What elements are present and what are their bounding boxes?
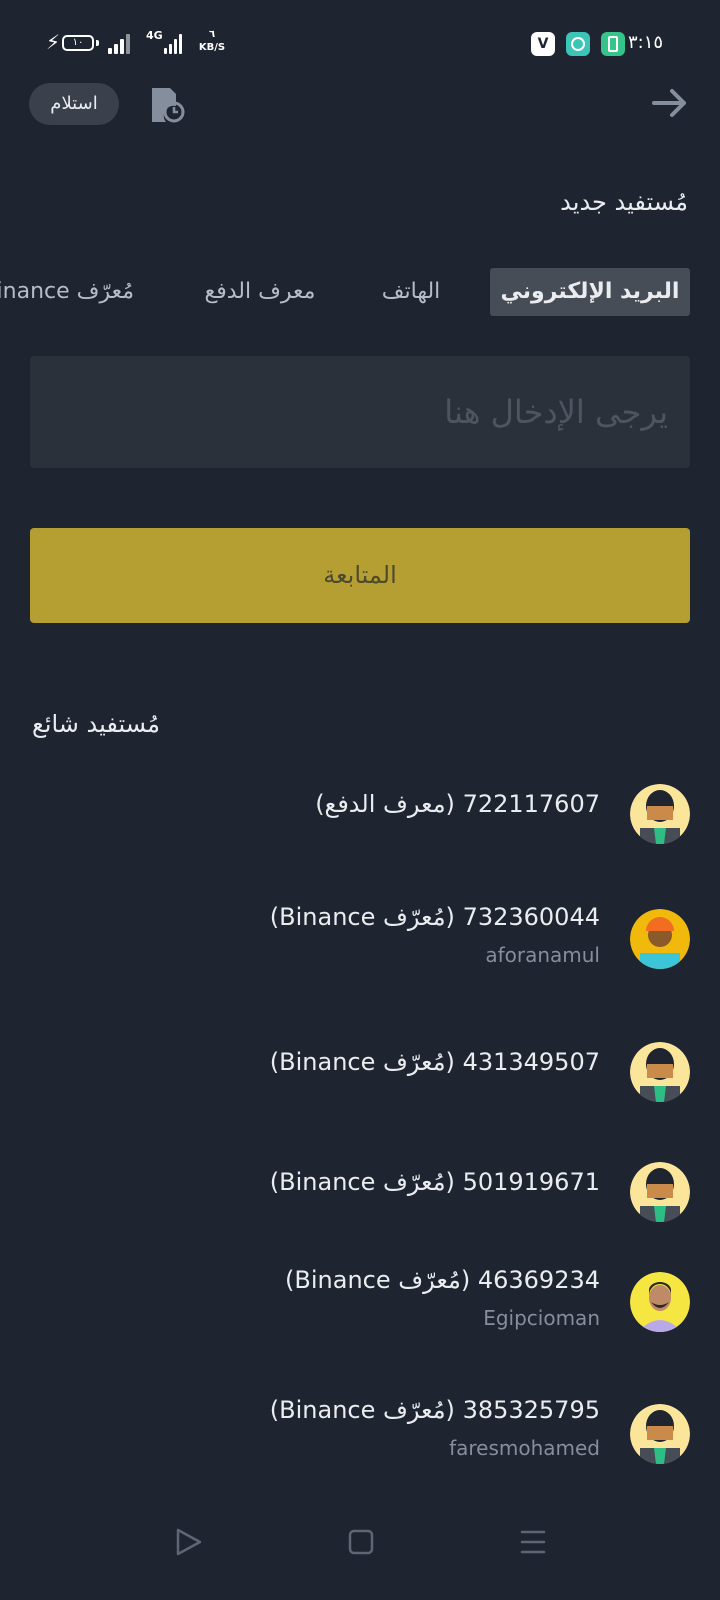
tab-pay-id[interactable]: معرف الدفع xyxy=(190,268,330,316)
recipient-id-type: (مُعرّف Binance) xyxy=(285,1266,471,1294)
recipient-list-item[interactable]: 501919671 (مُعرّف Binance) xyxy=(30,1156,690,1228)
avatar xyxy=(630,1404,690,1464)
recipient-id-type: (مُعرّف Binance) xyxy=(269,903,455,931)
avatar xyxy=(630,1162,690,1222)
tab-binance-id-clip: مُعرّف Binance xyxy=(0,268,150,316)
back-triangle-icon[interactable] xyxy=(174,1527,204,1557)
recipient-list-item[interactable]: 46369234 (مُعرّف Binance) Egipcioman xyxy=(30,1266,690,1338)
recipient-list-item[interactable]: 722117607 (معرف الدفع) xyxy=(30,778,690,850)
recipient-list-item[interactable]: 385325795 (مُعرّف Binance) faresmohamed xyxy=(30,1396,690,1468)
recipient-id-value: 46369234 xyxy=(477,1266,600,1294)
recipient-nickname: faresmohamed xyxy=(449,1436,600,1460)
charging-icon: ⚡ xyxy=(46,30,61,54)
continue-button[interactable]: المتابعة xyxy=(30,528,690,623)
tab-phone[interactable]: الهاتف xyxy=(366,268,456,316)
recipient-id: 431349507 (مُعرّف Binance) xyxy=(270,1048,600,1076)
history-icon[interactable] xyxy=(150,86,186,124)
receive-button[interactable]: استلام xyxy=(29,83,119,125)
signal-4g-icon xyxy=(158,32,184,54)
menu-lines-icon[interactable] xyxy=(518,1527,548,1557)
recipient-list-item[interactable]: 732360044 (مُعرّف Binance) aforanamul xyxy=(30,903,690,975)
recipient-id: 46369234 (مُعرّف Binance) xyxy=(285,1266,600,1294)
recipient-input[interactable] xyxy=(30,356,690,468)
tab-binance-id[interactable]: مُعرّف Binance xyxy=(0,268,134,316)
battery-tip xyxy=(96,40,99,46)
frequent-recipients-title: مُستفيد شائع xyxy=(32,710,160,738)
home-square-icon[interactable] xyxy=(346,1527,376,1557)
recipient-id-value: 431349507 xyxy=(462,1048,600,1076)
recipient-id: 732360044 (مُعرّف Binance) xyxy=(270,903,600,931)
battery-icon: ١٠ xyxy=(62,35,94,51)
recipient-id-type: (مُعرّف Binance) xyxy=(269,1396,455,1424)
tab-email[interactable]: البريد الإلكتروني xyxy=(490,268,690,316)
recipient-id-value: 722117607 xyxy=(462,790,600,818)
network-speed: ٦ KB/S xyxy=(196,28,228,54)
recipient-id: 385325795 (مُعرّف Binance) xyxy=(270,1396,600,1424)
recipient-id: 722117607 (معرف الدفع) xyxy=(315,790,600,818)
avatar xyxy=(630,1272,690,1332)
recipient-id: 501919671 (مُعرّف Binance) xyxy=(270,1168,600,1196)
recipient-id-value: 732360044 xyxy=(462,903,600,931)
avatar xyxy=(630,1042,690,1102)
speed-value: ٦ xyxy=(208,29,216,40)
avatar xyxy=(630,909,690,969)
v-app-icon: V xyxy=(531,32,555,56)
chat-app-icon xyxy=(566,32,590,56)
recipient-id-value: 385325795 xyxy=(462,1396,600,1424)
recipient-id-type: (مُعرّف Binance) xyxy=(269,1168,455,1196)
arrow-right-icon[interactable] xyxy=(650,86,690,120)
clock: ٣:١٥ xyxy=(628,32,664,53)
recipient-id-value: 501919671 xyxy=(462,1168,600,1196)
status-bar: ⚡ ١٠ 4G ٦ KB/S V ٣:١٥ xyxy=(0,0,720,80)
recipient-id-type: (معرف الدفع) xyxy=(315,790,455,818)
new-recipient-title: مُستفيد جديد xyxy=(560,188,688,216)
recipient-nickname: Egipcioman xyxy=(483,1306,600,1330)
avatar xyxy=(630,784,690,844)
speed-unit: KB/S xyxy=(198,42,226,53)
recipient-nickname: aforanamul xyxy=(485,943,600,967)
recipient-list-item[interactable]: 431349507 (مُعرّف Binance) xyxy=(30,1036,690,1108)
battery-app-icon xyxy=(601,32,625,56)
system-nav-bar xyxy=(0,1515,720,1600)
signal-icon xyxy=(108,32,134,54)
recipient-id-type: (مُعرّف Binance) xyxy=(269,1048,455,1076)
